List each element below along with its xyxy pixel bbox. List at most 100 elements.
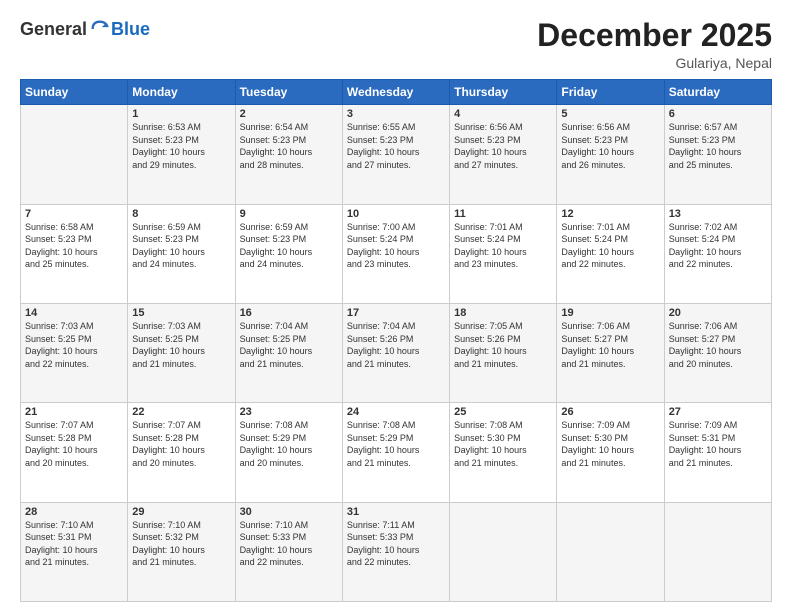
table-row: 14Sunrise: 7:03 AM Sunset: 5:25 PM Dayli… bbox=[21, 303, 128, 402]
day-info: Sunrise: 6:56 AM Sunset: 5:23 PM Dayligh… bbox=[561, 121, 659, 171]
logo-blue: Blue bbox=[111, 19, 150, 40]
day-number: 1 bbox=[132, 108, 230, 120]
table-row: 13Sunrise: 7:02 AM Sunset: 5:24 PM Dayli… bbox=[664, 204, 771, 303]
header-saturday: Saturday bbox=[664, 80, 771, 105]
calendar-week-row: 7Sunrise: 6:58 AM Sunset: 5:23 PM Daylig… bbox=[21, 204, 772, 303]
day-number: 4 bbox=[454, 108, 552, 120]
calendar-week-row: 21Sunrise: 7:07 AM Sunset: 5:28 PM Dayli… bbox=[21, 403, 772, 502]
table-row: 17Sunrise: 7:04 AM Sunset: 5:26 PM Dayli… bbox=[342, 303, 449, 402]
day-info: Sunrise: 6:54 AM Sunset: 5:23 PM Dayligh… bbox=[240, 121, 338, 171]
header-thursday: Thursday bbox=[450, 80, 557, 105]
header-friday: Friday bbox=[557, 80, 664, 105]
location: Gulariya, Nepal bbox=[537, 55, 772, 71]
day-number: 5 bbox=[561, 108, 659, 120]
day-number: 19 bbox=[561, 307, 659, 319]
day-info: Sunrise: 7:05 AM Sunset: 5:26 PM Dayligh… bbox=[454, 320, 552, 370]
day-info: Sunrise: 6:59 AM Sunset: 5:23 PM Dayligh… bbox=[132, 221, 230, 271]
table-row: 5Sunrise: 6:56 AM Sunset: 5:23 PM Daylig… bbox=[557, 105, 664, 204]
header-monday: Monday bbox=[128, 80, 235, 105]
day-info: Sunrise: 6:55 AM Sunset: 5:23 PM Dayligh… bbox=[347, 121, 445, 171]
month-title: December 2025 bbox=[537, 18, 772, 53]
day-info: Sunrise: 7:04 AM Sunset: 5:25 PM Dayligh… bbox=[240, 320, 338, 370]
table-row: 31Sunrise: 7:11 AM Sunset: 5:33 PM Dayli… bbox=[342, 502, 449, 601]
day-info: Sunrise: 7:08 AM Sunset: 5:29 PM Dayligh… bbox=[347, 419, 445, 469]
logo: General Blue bbox=[20, 18, 150, 40]
day-number: 24 bbox=[347, 406, 445, 418]
weekday-header-row: Sunday Monday Tuesday Wednesday Thursday… bbox=[21, 80, 772, 105]
calendar-week-row: 14Sunrise: 7:03 AM Sunset: 5:25 PM Dayli… bbox=[21, 303, 772, 402]
day-info: Sunrise: 7:04 AM Sunset: 5:26 PM Dayligh… bbox=[347, 320, 445, 370]
day-info: Sunrise: 7:07 AM Sunset: 5:28 PM Dayligh… bbox=[132, 419, 230, 469]
table-row: 26Sunrise: 7:09 AM Sunset: 5:30 PM Dayli… bbox=[557, 403, 664, 502]
day-info: Sunrise: 6:53 AM Sunset: 5:23 PM Dayligh… bbox=[132, 121, 230, 171]
day-info: Sunrise: 7:06 AM Sunset: 5:27 PM Dayligh… bbox=[669, 320, 767, 370]
table-row: 12Sunrise: 7:01 AM Sunset: 5:24 PM Dayli… bbox=[557, 204, 664, 303]
day-number: 22 bbox=[132, 406, 230, 418]
day-number: 28 bbox=[25, 506, 123, 518]
day-number: 11 bbox=[454, 208, 552, 220]
day-number: 3 bbox=[347, 108, 445, 120]
table-row: 15Sunrise: 7:03 AM Sunset: 5:25 PM Dayli… bbox=[128, 303, 235, 402]
table-row: 30Sunrise: 7:10 AM Sunset: 5:33 PM Dayli… bbox=[235, 502, 342, 601]
day-number: 14 bbox=[25, 307, 123, 319]
header-tuesday: Tuesday bbox=[235, 80, 342, 105]
logo-general: General bbox=[20, 19, 87, 40]
header-sunday: Sunday bbox=[21, 80, 128, 105]
table-row: 29Sunrise: 7:10 AM Sunset: 5:32 PM Dayli… bbox=[128, 502, 235, 601]
day-number: 30 bbox=[240, 506, 338, 518]
table-row: 25Sunrise: 7:08 AM Sunset: 5:30 PM Dayli… bbox=[450, 403, 557, 502]
day-number: 16 bbox=[240, 307, 338, 319]
day-info: Sunrise: 6:59 AM Sunset: 5:23 PM Dayligh… bbox=[240, 221, 338, 271]
day-number: 6 bbox=[669, 108, 767, 120]
table-row: 1Sunrise: 6:53 AM Sunset: 5:23 PM Daylig… bbox=[128, 105, 235, 204]
table-row: 27Sunrise: 7:09 AM Sunset: 5:31 PM Dayli… bbox=[664, 403, 771, 502]
day-number: 26 bbox=[561, 406, 659, 418]
table-row: 20Sunrise: 7:06 AM Sunset: 5:27 PM Dayli… bbox=[664, 303, 771, 402]
table-row: 8Sunrise: 6:59 AM Sunset: 5:23 PM Daylig… bbox=[128, 204, 235, 303]
day-number: 23 bbox=[240, 406, 338, 418]
day-info: Sunrise: 7:00 AM Sunset: 5:24 PM Dayligh… bbox=[347, 221, 445, 271]
logo-icon bbox=[89, 18, 111, 40]
page: General Blue December 2025 Gulariya, Nep… bbox=[0, 0, 792, 612]
table-row: 18Sunrise: 7:05 AM Sunset: 5:26 PM Dayli… bbox=[450, 303, 557, 402]
logo-text: General Blue bbox=[20, 18, 150, 40]
table-row: 7Sunrise: 6:58 AM Sunset: 5:23 PM Daylig… bbox=[21, 204, 128, 303]
table-row: 19Sunrise: 7:06 AM Sunset: 5:27 PM Dayli… bbox=[557, 303, 664, 402]
table-row bbox=[664, 502, 771, 601]
table-row bbox=[557, 502, 664, 601]
day-number: 13 bbox=[669, 208, 767, 220]
day-number: 10 bbox=[347, 208, 445, 220]
day-info: Sunrise: 7:08 AM Sunset: 5:30 PM Dayligh… bbox=[454, 419, 552, 469]
day-number: 29 bbox=[132, 506, 230, 518]
table-row: 6Sunrise: 6:57 AM Sunset: 5:23 PM Daylig… bbox=[664, 105, 771, 204]
table-row: 22Sunrise: 7:07 AM Sunset: 5:28 PM Dayli… bbox=[128, 403, 235, 502]
table-row bbox=[21, 105, 128, 204]
day-number: 17 bbox=[347, 307, 445, 319]
day-number: 2 bbox=[240, 108, 338, 120]
day-info: Sunrise: 7:01 AM Sunset: 5:24 PM Dayligh… bbox=[561, 221, 659, 271]
day-number: 12 bbox=[561, 208, 659, 220]
day-info: Sunrise: 7:07 AM Sunset: 5:28 PM Dayligh… bbox=[25, 419, 123, 469]
day-info: Sunrise: 7:03 AM Sunset: 5:25 PM Dayligh… bbox=[25, 320, 123, 370]
day-info: Sunrise: 7:10 AM Sunset: 5:32 PM Dayligh… bbox=[132, 519, 230, 569]
title-block: December 2025 Gulariya, Nepal bbox=[537, 18, 772, 71]
table-row: 24Sunrise: 7:08 AM Sunset: 5:29 PM Dayli… bbox=[342, 403, 449, 502]
table-row: 21Sunrise: 7:07 AM Sunset: 5:28 PM Dayli… bbox=[21, 403, 128, 502]
day-number: 31 bbox=[347, 506, 445, 518]
table-row: 4Sunrise: 6:56 AM Sunset: 5:23 PM Daylig… bbox=[450, 105, 557, 204]
day-number: 15 bbox=[132, 307, 230, 319]
table-row: 9Sunrise: 6:59 AM Sunset: 5:23 PM Daylig… bbox=[235, 204, 342, 303]
table-row: 28Sunrise: 7:10 AM Sunset: 5:31 PM Dayli… bbox=[21, 502, 128, 601]
day-info: Sunrise: 6:56 AM Sunset: 5:23 PM Dayligh… bbox=[454, 121, 552, 171]
day-info: Sunrise: 7:06 AM Sunset: 5:27 PM Dayligh… bbox=[561, 320, 659, 370]
day-info: Sunrise: 7:02 AM Sunset: 5:24 PM Dayligh… bbox=[669, 221, 767, 271]
day-info: Sunrise: 7:03 AM Sunset: 5:25 PM Dayligh… bbox=[132, 320, 230, 370]
header-wednesday: Wednesday bbox=[342, 80, 449, 105]
table-row: 11Sunrise: 7:01 AM Sunset: 5:24 PM Dayli… bbox=[450, 204, 557, 303]
day-info: Sunrise: 7:10 AM Sunset: 5:31 PM Dayligh… bbox=[25, 519, 123, 569]
day-number: 21 bbox=[25, 406, 123, 418]
day-info: Sunrise: 7:08 AM Sunset: 5:29 PM Dayligh… bbox=[240, 419, 338, 469]
table-row: 10Sunrise: 7:00 AM Sunset: 5:24 PM Dayli… bbox=[342, 204, 449, 303]
calendar-week-row: 1Sunrise: 6:53 AM Sunset: 5:23 PM Daylig… bbox=[21, 105, 772, 204]
table-row: 16Sunrise: 7:04 AM Sunset: 5:25 PM Dayli… bbox=[235, 303, 342, 402]
